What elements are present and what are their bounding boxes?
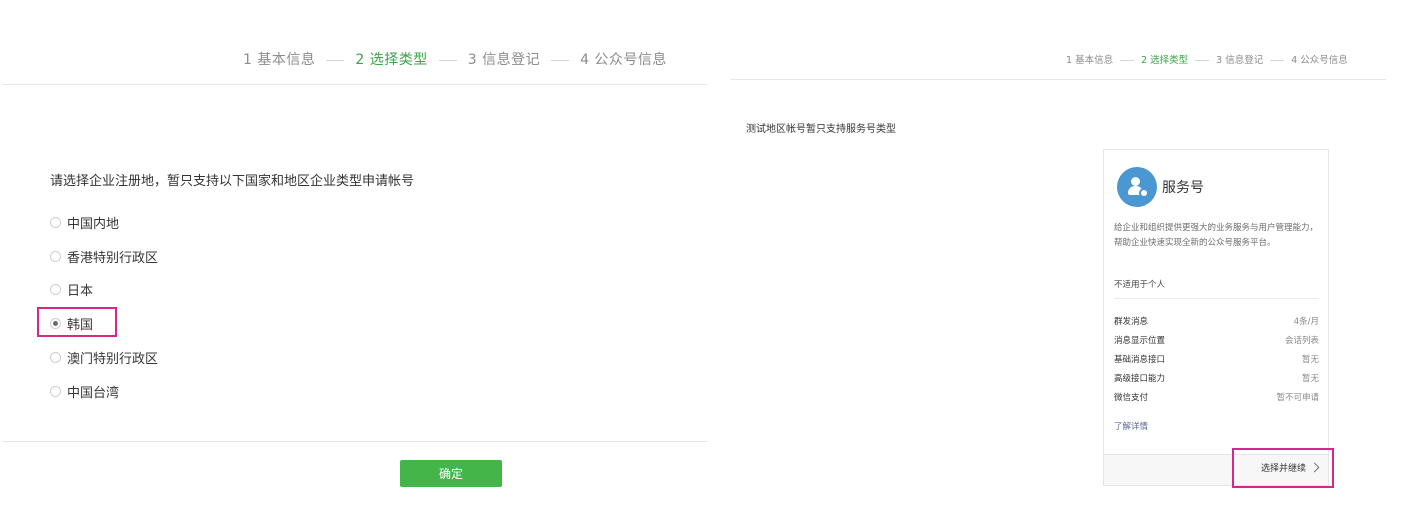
radio-circle-icon[interactable] xyxy=(50,385,61,397)
feature-key: 微信支付 xyxy=(1114,393,1149,403)
step-2-active: 2 选择类型 xyxy=(355,52,428,68)
step-divider xyxy=(1195,60,1210,61)
left-panel: 1 基本信息 2 选择类型 3 信息登记 4 公众号信息 请选择企业注册地，暂只支持以… xyxy=(0,0,710,529)
card-description: 给企业和组织提供更强大的业务服务与用户管理能力，帮助企业快速实现全新的公众号服务… xyxy=(1114,223,1319,248)
step-divider xyxy=(438,59,457,61)
confirm-button[interactable]: 确定 xyxy=(400,460,502,487)
feature-row: 微信支付 暂不可申请 xyxy=(1114,389,1319,405)
step-4: 4 公众号信息 xyxy=(1291,55,1348,66)
person-head-shape xyxy=(1131,177,1140,186)
radio-label: 日本 xyxy=(67,283,94,299)
radio-circle-icon[interactable] xyxy=(50,351,61,363)
step-3: 3 信息登记 xyxy=(467,52,541,68)
radio-option-taiwan[interactable]: 中国台湾 xyxy=(50,381,119,401)
step-indicator: 1 基本信息 2 选择类型 3 信息登记 4 公众号信息 xyxy=(1066,52,1348,66)
feature-row: 基础消息接口 暂无 xyxy=(1114,351,1319,367)
learn-more-link[interactable]: 了解详情 xyxy=(1114,420,1148,432)
radio-option-japan[interactable]: 日本 xyxy=(50,279,93,299)
divider xyxy=(2,441,708,442)
step-divider xyxy=(1120,60,1135,61)
radio-label: 中国内地 xyxy=(67,216,120,232)
card-title: 服务号 xyxy=(1162,180,1204,196)
feature-key: 消息显示位置 xyxy=(1114,336,1166,346)
card-note: 不适用于个人 xyxy=(1114,280,1166,290)
step-3: 3 信息登记 xyxy=(1216,55,1264,66)
highlight-box xyxy=(1232,448,1334,488)
radio-circle-icon[interactable] xyxy=(50,283,61,295)
feature-value: 会话列表 xyxy=(1284,336,1319,346)
highlight-box xyxy=(37,307,117,337)
service-account-icon xyxy=(1117,167,1157,207)
region-notice: 测试地区帐号暂只支持服务号类型 xyxy=(746,124,896,135)
feature-value: 4条/月 xyxy=(1293,317,1319,327)
divider xyxy=(1114,298,1319,299)
radio-label: 澳门特别行政区 xyxy=(67,351,159,367)
radio-option-mainland[interactable]: 中国内地 xyxy=(50,212,119,232)
step-4: 4 公众号信息 xyxy=(580,52,667,68)
feature-key: 基础消息接口 xyxy=(1114,355,1166,365)
feature-value: 暂无 xyxy=(1301,355,1319,365)
feature-key: 群发消息 xyxy=(1114,317,1149,327)
radio-label: 中国台湾 xyxy=(67,385,120,401)
radio-label: 香港特别行政区 xyxy=(67,250,159,266)
radio-circle-icon[interactable] xyxy=(50,216,61,228)
step-1: 1 基本信息 xyxy=(243,52,316,68)
feature-value: 暂不可申请 xyxy=(1276,393,1319,403)
right-panel: 1 基本信息 2 选择类型 3 信息登记 4 公众号信息 测试地区帐号暂只支持服务号类… xyxy=(730,0,1404,529)
check-badge-icon xyxy=(1139,188,1149,198)
feature-value: 暂无 xyxy=(1301,374,1319,384)
feature-row: 高级接口能力 暂无 xyxy=(1114,370,1319,386)
region-prompt: 请选择企业注册地，暂只支持以下国家和地区企业类型申请帐号 xyxy=(50,174,415,189)
step-2-active: 2 选择类型 xyxy=(1141,55,1189,66)
step-1: 1 基本信息 xyxy=(1066,55,1114,66)
step-divider xyxy=(326,59,345,61)
step-divider xyxy=(1270,60,1285,61)
feature-row: 群发消息 4条/月 xyxy=(1114,313,1319,329)
radio-option-macau[interactable]: 澳门特别行政区 xyxy=(50,347,158,367)
radio-circle-icon[interactable] xyxy=(50,250,61,262)
divider xyxy=(2,84,708,85)
step-divider xyxy=(551,59,570,61)
divider xyxy=(730,79,1386,80)
service-account-card[interactable]: 服务号 给企业和组织提供更强大的业务服务与用户管理能力，帮助企业快速实现全新的公… xyxy=(1103,149,1329,486)
feature-row: 消息显示位置 会话列表 xyxy=(1114,332,1319,348)
radio-option-hongkong[interactable]: 香港特别行政区 xyxy=(50,246,158,266)
feature-key: 高级接口能力 xyxy=(1114,374,1166,384)
